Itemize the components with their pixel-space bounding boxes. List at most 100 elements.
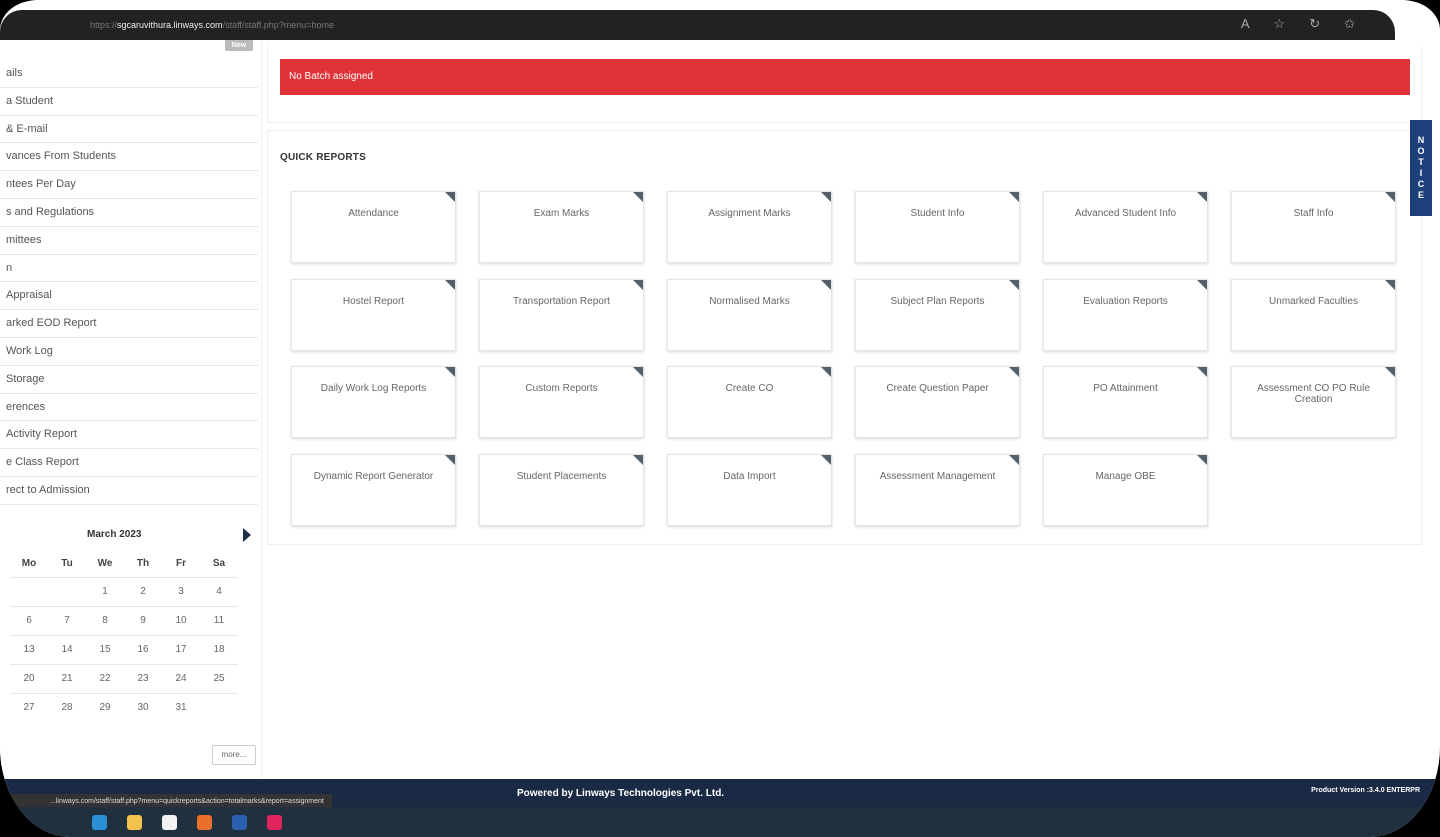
sidebar-item[interactable]: arked EOD Report (0, 310, 258, 338)
sidebar-item[interactable]: & E-mail (0, 116, 258, 144)
report-card[interactable]: Assignment Marks (667, 191, 832, 263)
report-card[interactable]: Advanced Student Info (1043, 191, 1208, 263)
sidebar-item[interactable]: n (0, 255, 258, 283)
report-card[interactable]: Create CO (667, 366, 832, 438)
calendar-header: March 2023 (0, 520, 262, 548)
collections-icon[interactable]: ✩ (1344, 16, 1355, 32)
calendar-day[interactable]: 25 (200, 663, 238, 693)
notice-letter: N (1417, 135, 1425, 145)
calendar-day[interactable]: 27 (10, 692, 48, 722)
report-card-label: Daily Work Log Reports (320, 383, 427, 394)
sidebar-menu: ails a Student & E-mail vances From Student… (0, 60, 258, 505)
sidebar-item[interactable]: e Class Report (0, 449, 258, 477)
calendar-day[interactable]: 10 (162, 605, 200, 635)
sidebar-item[interactable]: ntees Per Day (0, 171, 258, 199)
report-card[interactable]: Data Import (667, 453, 832, 526)
address-bar[interactable]: https:// sgcaruvithura.linways.com /staf… (0, 10, 1395, 40)
read-aloud-icon[interactable]: A (1241, 16, 1250, 32)
report-card-label: Subject Plan Reports (890, 295, 985, 307)
sidebar: New ails a Student & E-mail vances From Stu… (0, 40, 262, 780)
calendar-more-button[interactable]: more... (212, 745, 256, 765)
calendar-day[interactable]: 21 (48, 663, 86, 693)
sidebar-item[interactable]: Appraisal (0, 282, 258, 311)
calendar-next-icon[interactable] (243, 528, 251, 542)
report-card-label: Unmarked Faculties (1269, 295, 1358, 307)
report-card[interactable]: Subject Plan Reports (855, 278, 1020, 351)
report-card[interactable]: Create Question Paper (855, 366, 1020, 438)
calendar-day[interactable]: 31 (162, 692, 200, 722)
report-card[interactable]: Daily Work Log Reports (291, 366, 456, 438)
sidebar-item[interactable]: a Student (0, 88, 258, 116)
word-icon[interactable] (232, 814, 247, 830)
report-card[interactable]: Student Info (855, 191, 1020, 263)
sidebar-item[interactable]: vances From Students (0, 143, 258, 172)
store-icon[interactable] (162, 814, 177, 830)
calendar-day[interactable]: 17 (162, 634, 200, 664)
sidebar-item[interactable]: mittees (0, 227, 258, 255)
calendar-day[interactable]: 9 (124, 605, 162, 635)
calendar-day (10, 576, 48, 606)
calendar-day[interactable]: 7 (48, 605, 86, 635)
sidebar-item[interactable]: s and Regulations (0, 199, 258, 227)
calendar-day[interactable]: 1 (86, 576, 124, 606)
corner-fold-icon (821, 454, 831, 465)
app-m-icon[interactable] (267, 814, 282, 830)
sidebar-item[interactable]: Activity Report (0, 421, 258, 450)
report-card[interactable]: Hostel Report (291, 278, 456, 351)
report-card-label: Data Import (723, 470, 776, 482)
calendar-day[interactable]: 15 (86, 634, 124, 664)
calendar-day[interactable]: 13 (10, 634, 48, 664)
report-card[interactable]: Exam Marks (479, 191, 644, 263)
calendar-day[interactable]: 8 (86, 605, 124, 635)
corner-fold-icon (633, 192, 643, 202)
calendar-day[interactable]: 4 (200, 576, 238, 606)
sidebar-item[interactable]: erences (0, 394, 258, 422)
calendar-day[interactable]: 18 (200, 634, 238, 664)
corner-fold-icon (1197, 279, 1207, 290)
report-card[interactable]: Evaluation Reports (1043, 278, 1208, 351)
corner-fold-icon (445, 454, 455, 465)
notice-letter: I (1419, 168, 1423, 178)
report-card[interactable]: Assessment CO PO Rule Creation (1231, 366, 1396, 438)
calendar-day[interactable]: 22 (86, 663, 124, 693)
firefox-icon[interactable] (197, 814, 212, 830)
calendar-day[interactable]: 23 (124, 663, 162, 693)
calendar-day[interactable]: 16 (124, 634, 162, 664)
edge-icon[interactable] (92, 814, 107, 830)
report-card[interactable]: Staff Info (1231, 191, 1396, 263)
screen: https:// sgcaruvithura.linways.com /staf… (0, 0, 1440, 837)
report-card[interactable]: Attendance (291, 191, 456, 263)
calendar-day[interactable]: 20 (10, 663, 48, 693)
report-card[interactable]: Transportation Report (479, 278, 644, 351)
corner-fold-icon (1197, 454, 1207, 465)
calendar-day[interactable]: 24 (162, 663, 200, 693)
sidebar-item[interactable]: ails (0, 60, 258, 88)
report-card[interactable]: Custom Reports (479, 366, 644, 438)
sidebar-item[interactable]: Storage (0, 366, 258, 394)
report-card[interactable]: Assessment Management (855, 453, 1020, 526)
calendar-day[interactable]: 29 (86, 692, 124, 722)
report-card[interactable]: Student Placements (479, 453, 644, 526)
calendar-day[interactable]: 3 (162, 576, 200, 606)
refresh-icon[interactable]: ↻ (1309, 16, 1320, 32)
calendar-day[interactable]: 6 (10, 605, 48, 635)
report-card[interactable]: Unmarked Faculties (1231, 278, 1396, 351)
report-card[interactable]: Dynamic Report Generator (291, 453, 456, 526)
report-card[interactable]: PO Attainment (1043, 366, 1208, 438)
notice-tab[interactable]: NOTICE (1410, 120, 1432, 216)
report-card[interactable]: Manage OBE (1043, 453, 1208, 526)
file-explorer-icon[interactable] (127, 814, 142, 830)
notice-letter: O (1417, 146, 1425, 156)
report-card-label: Assessment CO PO Rule Creation (1257, 383, 1370, 405)
favorite-icon[interactable]: ☆ (1274, 16, 1286, 32)
report-card-label: Manage OBE (1095, 470, 1156, 482)
calendar-day[interactable]: 28 (48, 692, 86, 722)
calendar-day[interactable]: 2 (124, 576, 162, 606)
sidebar-item[interactable]: rect to Admission (0, 477, 258, 505)
calendar-day[interactable]: 30 (124, 692, 162, 722)
report-card[interactable]: Normalised Marks (667, 278, 832, 351)
calendar-day[interactable]: 11 (200, 605, 238, 635)
report-card-label: Create Question Paper (886, 383, 989, 394)
sidebar-item[interactable]: Work Log (0, 338, 258, 366)
calendar-day[interactable]: 14 (48, 634, 86, 664)
